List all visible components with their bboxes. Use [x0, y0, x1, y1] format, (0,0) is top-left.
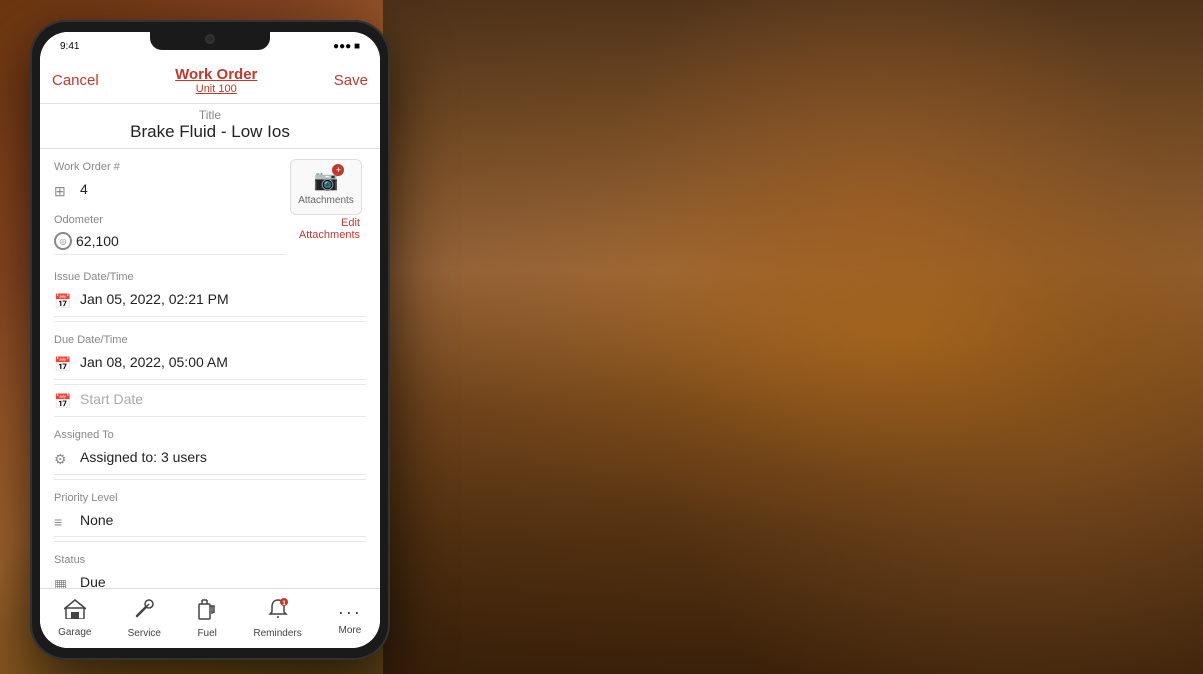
odometer-value[interactable]: 62,100: [76, 233, 286, 249]
reminders-icon: 1: [268, 598, 288, 626]
save-button[interactable]: Save: [334, 72, 368, 89]
work-order-row: ⊞ 4: [54, 175, 286, 206]
app-header: Cancel Work Order Unit 100 Save: [40, 60, 380, 104]
due-date-row[interactable]: 📅 Jan 08, 2022, 05:00 AM: [54, 348, 366, 380]
assigned-to-section: Assigned To ⚙ Assigned to: 3 users: [54, 417, 366, 480]
service-icon: [133, 598, 155, 626]
grid-icon: ⊞: [54, 183, 72, 200]
issue-date-value: Jan 05, 2022, 02:21 PM: [80, 291, 366, 307]
list-icon: ≡: [54, 514, 72, 530]
status-label: Status: [54, 554, 366, 566]
priority-section: Priority Level ≡ None: [54, 480, 366, 542]
attachments-label: Attachments: [298, 195, 354, 206]
more-label: More: [339, 625, 362, 636]
phone-camera: [205, 34, 215, 44]
cancel-button[interactable]: Cancel: [52, 72, 99, 89]
status-value: Due: [80, 574, 366, 588]
bottom-nav: Garage Service: [40, 588, 380, 648]
wo-right: 📷 + Attachments Edit Attachments: [286, 153, 366, 247]
start-date-row[interactable]: 📅 Start Date: [54, 385, 366, 417]
status-section: Status ▦ Due: [54, 542, 366, 588]
issue-date-label: Issue Date/Time: [54, 271, 366, 283]
work-order-value[interactable]: 4: [80, 181, 286, 197]
header-subtitle: Unit 100: [175, 83, 257, 95]
start-date-value: Start Date: [80, 391, 366, 407]
status-icon: ▦: [54, 576, 72, 588]
priority-value: None: [80, 512, 366, 528]
more-icon: ···: [338, 602, 362, 623]
garage-label: Garage: [58, 627, 91, 638]
calendar-due-icon: 📅: [54, 356, 72, 373]
nav-item-garage[interactable]: Garage: [58, 599, 91, 638]
form-section: Work Order # ⊞ 4 Odometer ◎ 62,100: [40, 153, 380, 588]
garage-icon: [64, 599, 86, 625]
camera-plus-icon: +: [332, 164, 344, 176]
edit-attachments-button[interactable]: Edit Attachments: [292, 217, 360, 241]
priority-label: Priority Level: [54, 492, 366, 504]
wo-attachments-row: Work Order # ⊞ 4 Odometer ◎ 62,100: [54, 153, 366, 255]
calendar-start-icon: 📅: [54, 393, 72, 410]
assigned-to-row[interactable]: ⚙ Assigned to: 3 users: [54, 443, 366, 475]
work-order-label: Work Order #: [54, 161, 286, 173]
status-icons: ●●● ■: [333, 41, 360, 52]
title-section: Title Brake Fluid - Low Ios: [40, 104, 380, 149]
attachments-box[interactable]: 📷 + Attachments: [290, 159, 362, 215]
header-row: Cancel Work Order Unit 100 Save: [52, 66, 368, 95]
header-title: Work Order: [175, 66, 257, 83]
form-scroll: Title Brake Fluid - Low Ios Work Order #…: [40, 104, 380, 588]
status-time: 9:41: [60, 41, 79, 52]
title-label: Title: [54, 108, 366, 122]
nav-item-service[interactable]: Service: [128, 598, 161, 639]
assigned-to-value: Assigned to: 3 users: [80, 449, 366, 465]
reminders-label: Reminders: [253, 628, 301, 639]
wo-left: Work Order # ⊞ 4 Odometer ◎ 62,100: [54, 153, 286, 255]
due-date-label: Due Date/Time: [54, 334, 366, 346]
service-label: Service: [128, 628, 161, 639]
calendar-icon: 📅: [54, 293, 72, 310]
odometer-icon: ◎: [54, 232, 72, 250]
odometer-label: Odometer: [54, 214, 286, 226]
header-title-block: Work Order Unit 100: [175, 66, 257, 95]
fuel-icon: [197, 598, 217, 626]
title-value[interactable]: Brake Fluid - Low Ios: [54, 122, 366, 142]
fuel-label: Fuel: [197, 628, 216, 639]
phone-screen: 9:41 ●●● ■ Cancel Work Order Unit 100 Sa…: [40, 32, 380, 648]
app-content: 9:41 ●●● ■ Cancel Work Order Unit 100 Sa…: [40, 32, 380, 648]
priority-row[interactable]: ≡ None: [54, 506, 366, 537]
due-date-value: Jan 08, 2022, 05:00 AM: [80, 354, 366, 370]
camera-icon: 📷 +: [314, 168, 339, 193]
odometer-row: ◎ 62,100: [54, 228, 286, 255]
issue-date-section: Issue Date/Time 📅 Jan 05, 2022, 02:21 PM: [54, 259, 366, 322]
users-icon: ⚙: [54, 451, 72, 468]
nav-item-reminders[interactable]: 1 Reminders: [253, 598, 301, 639]
status-row[interactable]: ▦ Due: [54, 568, 366, 588]
issue-date-row[interactable]: 📅 Jan 05, 2022, 02:21 PM: [54, 285, 366, 317]
due-date-section: Due Date/Time 📅 Jan 08, 2022, 05:00 AM: [54, 322, 366, 385]
nav-item-fuel[interactable]: Fuel: [197, 598, 217, 639]
phone-device: 9:41 ●●● ■ Cancel Work Order Unit 100 Sa…: [30, 20, 390, 660]
nav-item-more[interactable]: ··· More: [338, 602, 362, 636]
assigned-to-label: Assigned To: [54, 429, 366, 441]
